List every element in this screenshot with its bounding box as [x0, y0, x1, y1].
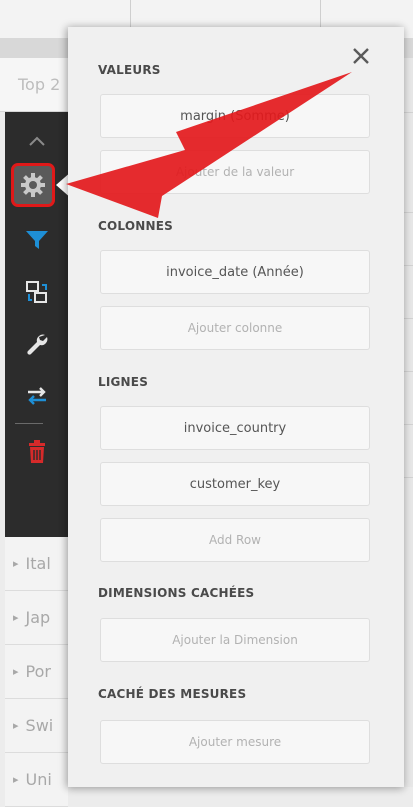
row-field-customer-key[interactable]: customer_key: [100, 462, 370, 506]
gear-icon: [21, 173, 45, 197]
options-button[interactable]: [5, 319, 68, 369]
field-list-panel: VALEURS margin (Somme) Ajouter de la val…: [68, 27, 404, 787]
row-label: Ital: [25, 554, 51, 573]
grid-line: [404, 265, 413, 266]
settings-button[interactable]: [11, 163, 55, 207]
row-label: Swi: [25, 716, 54, 735]
filter-button[interactable]: [5, 215, 68, 265]
section-title-hidden-dimensions: DIMENSIONS CACHÉES: [98, 586, 255, 600]
section-title-values: VALEURS: [98, 63, 161, 77]
toolbar-separator: [15, 423, 43, 424]
swap-layout-icon: [25, 281, 47, 303]
list-item[interactable]: ▸ Swi: [5, 699, 68, 753]
list-item[interactable]: ▸ Ital: [5, 537, 68, 591]
delete-button[interactable]: [5, 427, 68, 477]
trash-icon: [28, 440, 45, 463]
add-measure-dropzone[interactable]: Ajouter mesure: [100, 720, 370, 764]
grid-line: [404, 477, 413, 478]
filter-icon: [25, 231, 48, 249]
list-item[interactable]: ▸ Jap: [5, 591, 68, 645]
section-title-rows: LIGNES: [98, 375, 149, 389]
add-value-dropzone[interactable]: Ajouter de la valeur: [100, 150, 370, 194]
grid-line: [404, 318, 413, 319]
grid-line: [404, 212, 413, 213]
background-tab[interactable]: Top 2: [0, 58, 68, 112]
row-label: Por: [25, 662, 51, 681]
background-grid-strip: [404, 58, 413, 787]
add-column-dropzone[interactable]: Ajouter colonne: [100, 306, 370, 350]
section-title-hidden-measures: CACHÉ DES MESURES: [98, 687, 247, 701]
collapse-button[interactable]: [5, 116, 68, 166]
row-label: Uni: [25, 770, 52, 789]
row-label: Jap: [25, 608, 51, 627]
layout-button[interactable]: [5, 267, 68, 317]
caret-right-icon: ▸: [13, 773, 19, 786]
pivot-toolbar-lower: [5, 215, 68, 537]
add-row-dropzone[interactable]: Add Row: [100, 518, 370, 562]
list-item[interactable]: ▸ Uni: [5, 753, 68, 807]
wrench-icon: [26, 334, 47, 355]
transpose-icon: [27, 387, 46, 405]
caret-right-icon: ▸: [13, 611, 19, 624]
close-button[interactable]: [344, 39, 378, 73]
transpose-button[interactable]: [5, 371, 68, 421]
close-icon: [353, 48, 369, 64]
column-field-invoice-date[interactable]: invoice_date (Année): [100, 250, 370, 294]
caret-right-icon: ▸: [13, 557, 19, 570]
caret-right-icon: ▸: [13, 665, 19, 678]
chevron-up-icon: [28, 136, 45, 146]
value-field-margin[interactable]: margin (Somme): [100, 94, 370, 138]
add-dimension-dropzone[interactable]: Ajouter la Dimension: [100, 618, 370, 662]
grid-line: [404, 112, 413, 113]
caret-right-icon: ▸: [13, 719, 19, 732]
grid-line: [404, 371, 413, 372]
list-item[interactable]: ▸ Por: [5, 645, 68, 699]
grid-line: [404, 424, 413, 425]
row-field-invoice-country[interactable]: invoice_country: [100, 406, 370, 450]
section-title-columns: COLONNES: [98, 219, 173, 233]
